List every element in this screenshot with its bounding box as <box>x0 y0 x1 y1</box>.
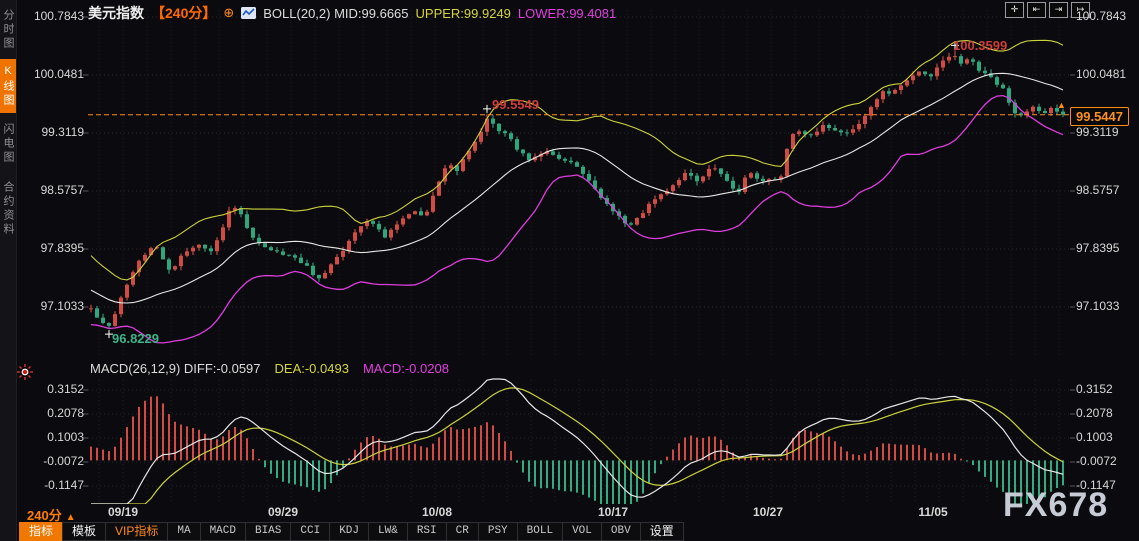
trading-terminal: 分时图 K线图 闪电图 合约资料 美元指数 【240分】 ⊕ BOLL(20,2… <box>0 0 1139 541</box>
indicator-boll-button[interactable]: BOLL <box>516 522 564 541</box>
y-axis-label: 100.0481 <box>33 67 84 81</box>
period-label: 【240分】 <box>151 5 217 21</box>
indicator-ma-button[interactable]: MA <box>167 522 201 541</box>
settings-button[interactable]: 设置 <box>639 522 684 541</box>
candlestick-chart-canvas[interactable] <box>0 0 1139 541</box>
boll-mid-label: BOLL(20,2) MID:99.6665 <box>263 5 409 21</box>
y-axis-label: 97.1033 <box>40 299 84 313</box>
sidebar-item-flash-chart[interactable]: 闪电图 <box>0 119 16 169</box>
macd-axis-label: 0.1003 <box>1076 430 1113 444</box>
x-axis-date: 10/27 <box>752 505 784 519</box>
y-axis-label: 99.3119 <box>1076 125 1119 139</box>
alert-icon[interactable] <box>17 364 33 380</box>
pan-icon[interactable]: ✛ <box>1005 2 1024 18</box>
macd-axis-label: 0.2078 <box>47 406 84 420</box>
y-axis-label: 99.3119 <box>41 125 85 139</box>
macd-axis-label: -0.0072 <box>1076 454 1117 468</box>
add-indicator-icon[interactable]: ⊕ <box>223 5 234 21</box>
indicator-rsi-button[interactable]: RSI <box>406 522 447 541</box>
x-axis-date: 09/19 <box>107 505 139 519</box>
period-text: 240分 <box>27 508 62 523</box>
scale-right-icon[interactable]: ⇥ <box>1049 2 1068 18</box>
boll-upper-label: UPPER:99.9249 <box>415 5 511 21</box>
indicator-kdj-button[interactable]: KDJ <box>329 522 370 541</box>
indicator-vol-button[interactable]: VOL <box>562 522 602 541</box>
x-axis-date: 11/05 <box>918 505 948 519</box>
x-axis-date: 10/08 <box>421 505 453 519</box>
y-axis-label: 98.5757 <box>40 183 84 197</box>
y-axis-label: 100.7843 <box>33 9 84 23</box>
last-price-box: 99.5447 <box>1070 107 1129 126</box>
indicator-bias-button[interactable]: BIAS <box>244 522 292 541</box>
y-axis-label: 97.8395 <box>1076 241 1120 255</box>
top-high-annotation: 100.3599 <box>953 38 1008 53</box>
macd-axis-label: 0.1003 <box>47 430 84 444</box>
tab-template[interactable]: 模板 <box>62 522 107 541</box>
indicator-cr-button[interactable]: CR <box>445 522 479 541</box>
tab-vip-indicator[interactable]: VIP指标 <box>105 522 169 541</box>
y-axis-label: 97.1033 <box>1076 299 1120 313</box>
symbol-name: 美元指数 <box>88 5 144 21</box>
indicator-lwr-button[interactable]: LW& <box>368 522 408 541</box>
x-axis-date: 10/17 <box>597 505 629 519</box>
macd-axis-label: 0.2078 <box>1076 406 1113 420</box>
sidebar-item-contract-info[interactable]: 合约资料 <box>0 176 16 242</box>
macd-axis-label: 0.3152 <box>47 382 84 396</box>
y-axis-label: 100.0481 <box>1076 67 1127 81</box>
indicator-toolbar: 指标 模板 VIP指标 MA MACD BIAS CCI KDJ LW& RSI… <box>19 522 684 541</box>
scale-left-icon[interactable]: ⇤ <box>1027 2 1046 18</box>
tab-indicator[interactable]: 指标 <box>19 522 64 541</box>
macd-header: MACD(26,12,9) DIFF:-0.0597 DEA:-0.0493 M… <box>90 361 449 376</box>
indicator-psy-button[interactable]: PSY <box>477 522 518 541</box>
macd-axis-label: -0.0072 <box>43 454 84 468</box>
macd-dea-label: DEA:-0.0493 <box>274 361 349 376</box>
indicator-chart-icon[interactable] <box>241 7 257 19</box>
chart-type-sidebar: 分时图 K线图 闪电图 合约资料 <box>0 0 17 541</box>
boll-lower-label: LOWER:99.4081 <box>517 5 617 21</box>
sidebar-item-kline-chart[interactable]: K线图 <box>0 59 16 113</box>
macd-axis-label: -0.1147 <box>44 478 84 492</box>
macd-diff-label: MACD(26,12,9) DIFF:-0.0597 <box>90 361 261 376</box>
fx678-logo: FX678 <box>1003 486 1109 524</box>
macd-value-label: MACD:-0.0208 <box>362 361 449 376</box>
macd-axis-label: 0.3152 <box>1076 382 1113 396</box>
price-pin-icon: ▲ <box>1057 100 1066 110</box>
low-annotation: 96.8229 <box>112 331 159 346</box>
y-axis-label: 98.5757 <box>1076 183 1120 197</box>
indicator-obv-button[interactable]: OBV <box>600 522 641 541</box>
indicator-macd-button[interactable]: MACD <box>199 522 246 541</box>
x-axis-date: 09/29 <box>267 505 299 519</box>
indicator-cci-button[interactable]: CCI <box>290 522 331 541</box>
chart-header: 美元指数 【240分】 ⊕ BOLL(20,2) MID:99.6665 UPP… <box>88 3 616 23</box>
sidebar-item-time-chart[interactable]: 分时图 <box>0 5 16 55</box>
swing-high-annotation: 99.5549 <box>492 97 539 112</box>
y-axis-label: 100.7843 <box>1076 9 1127 23</box>
y-axis-label: 97.8395 <box>40 241 84 255</box>
